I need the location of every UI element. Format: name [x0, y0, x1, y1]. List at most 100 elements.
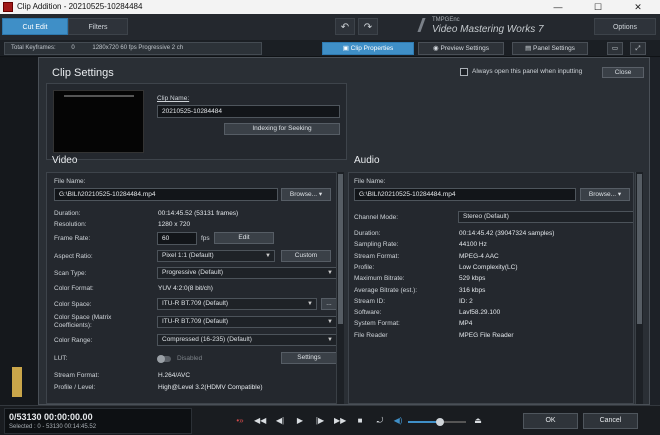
- audio-info-value: MP4: [459, 320, 473, 328]
- minimize-button[interactable]: —: [538, 0, 578, 14]
- color-range-label: Color Range:: [54, 337, 93, 344]
- timecode-selection: Selected : 0 - 53130 00:14:45.52: [9, 424, 97, 430]
- stream-format-label: Stream Format:: [54, 372, 100, 379]
- channel-mode-select[interactable]: Stereo (Default)▼: [458, 211, 633, 223]
- audio-settings: File Name: G:\BILI\20210525-10284484.mp4…: [348, 172, 634, 404]
- total-keyframes-count: 0: [71, 45, 75, 51]
- mark-in-out-icon[interactable]: •»: [234, 415, 246, 427]
- resolution-label: Resolution:: [54, 221, 87, 228]
- clip-settings-panel: Clip Settings Always open this panel whe…: [38, 57, 650, 405]
- volume-slider[interactable]: [408, 418, 466, 426]
- clip-properties-button[interactable]: ▣ Clip Properties: [322, 42, 414, 55]
- transport-bar: 0/53130 00:00:00.00 Selected : 0 - 53130…: [0, 405, 660, 435]
- clip-name-section: Clip Name: 20210525-10284484 Indexing fo…: [46, 83, 347, 160]
- color-range-select[interactable]: Compressed (16-235) (Default) ▼: [157, 334, 337, 346]
- close-window-button[interactable]: ✕: [618, 0, 658, 14]
- clip-info-bar: Total Keyframes: 0 1280x720 60 fps Progr…: [4, 42, 262, 55]
- total-keyframes-label: Total Keyframes:: [11, 45, 56, 51]
- dropdown-arrow-icon: ▼: [265, 253, 271, 259]
- resolution-value: 1280 x 720: [158, 221, 191, 228]
- status-bar: Total Keyframes: 0 1280x720 60 fps Progr…: [0, 40, 660, 57]
- preview-area: [0, 57, 38, 405]
- audio-scrollbar[interactable]: [635, 172, 643, 404]
- tab-cut-edit[interactable]: Cut Edit: [2, 18, 68, 35]
- toggle-knob: [157, 355, 165, 363]
- channel-mode-label: Channel Mode:: [354, 214, 399, 221]
- audio-info-label: Maximum Bitrate:: [354, 275, 405, 283]
- audio-info-value: 529 kbps: [459, 275, 486, 283]
- duration-value: 00:14:45.52 (53131 frames): [158, 210, 239, 217]
- panel-title: Clip Settings: [52, 67, 114, 79]
- chevron-down-icon: ▾: [318, 191, 323, 198]
- close-panel-button[interactable]: Close: [602, 67, 644, 78]
- audio-info-value: 316 kbps: [459, 286, 486, 294]
- stream-format-value: H.264/AVC: [158, 372, 191, 379]
- audio-info-label: Software:: [354, 309, 382, 317]
- duration-label: Duration:: [54, 210, 81, 217]
- app-icon: [3, 2, 13, 12]
- ok-button[interactable]: OK: [523, 413, 578, 429]
- always-open-checkbox[interactable]: [460, 68, 468, 76]
- scan-type-select[interactable]: Progressive (Default) ▼: [157, 267, 337, 279]
- aspect-ratio-select[interactable]: Pixel 1:1 (Default) ▼: [157, 250, 275, 262]
- panel-settings-button[interactable]: ▤ Panel Settings: [512, 42, 588, 55]
- video-scrollbar[interactable]: [336, 172, 344, 404]
- volume-handle[interactable]: [435, 418, 444, 426]
- timecode-main: 0/53130 00:00:00.00: [9, 412, 93, 422]
- maximize-button[interactable]: ☐: [578, 0, 618, 14]
- frame-rate-label: Frame Rate:: [54, 235, 91, 242]
- video-file-name-input[interactable]: G:\BILI\20210525-10284484.mp4: [54, 188, 278, 201]
- clip-name-input[interactable]: 20210525-10284484: [157, 105, 340, 118]
- brand-small: TMPGEnc: [432, 17, 460, 23]
- indexing-for-seeking-button[interactable]: Indexing for Seeking: [224, 123, 340, 135]
- always-open-label: Always open this panel when inputting: [472, 68, 583, 75]
- panel-icon: ▤: [525, 45, 534, 52]
- lut-toggle[interactable]: [157, 355, 171, 363]
- dropdown-arrow-icon: ▼: [327, 270, 333, 276]
- eject-icon[interactable]: ⏏: [472, 415, 484, 427]
- dropdown-arrow-icon: ▼: [327, 337, 333, 343]
- redo-icon[interactable]: ↷: [358, 18, 378, 35]
- audio-info-label: Duration:: [354, 230, 381, 237]
- frame-rate-input[interactable]: 60: [157, 232, 197, 245]
- aspect-custom-button[interactable]: Custom: [281, 250, 331, 262]
- options-button[interactable]: Options: [594, 18, 656, 35]
- audio-info-value: 44100 Hz: [459, 241, 487, 249]
- timecode-display: 0/53130 00:00:00.00 Selected : 0 - 53130…: [4, 408, 192, 434]
- scrollbar-thumb[interactable]: [637, 174, 642, 324]
- window-title: Clip Addition - 20210525-10284484: [17, 2, 143, 11]
- fullscreen-icon[interactable]: ⤢: [630, 42, 646, 55]
- clip-thumbnail: [53, 90, 144, 153]
- audio-file-name-input[interactable]: G:\BILI\20210525-10284484.mp4: [354, 188, 576, 201]
- skip-back-icon[interactable]: ◀◀: [254, 415, 266, 427]
- play-icon[interactable]: ▶: [294, 415, 306, 427]
- tab-filters[interactable]: Filters: [68, 18, 128, 35]
- lut-settings-button[interactable]: Settings: [281, 352, 337, 364]
- frame-rate-edit-button[interactable]: Edit: [214, 232, 274, 244]
- audio-browse-button[interactable]: Browse... ▾: [580, 188, 630, 201]
- eye-icon: ◉: [433, 45, 441, 52]
- audio-info-label: Stream Format:: [354, 252, 400, 260]
- preview-settings-button[interactable]: ◉ Preview Settings: [418, 42, 504, 55]
- layout-icon[interactable]: ▭: [607, 42, 623, 55]
- color-space-more-button[interactable]: ...: [321, 298, 337, 310]
- loop-icon[interactable]: ⤾: [374, 415, 386, 427]
- video-browse-button[interactable]: Browse... ▾: [281, 188, 331, 201]
- scan-type-label: Scan Type:: [54, 270, 87, 277]
- clip-format-info: 1280x720 60 fps Progressive 2 ch: [92, 45, 184, 51]
- undo-icon[interactable]: ↶: [335, 18, 355, 35]
- chevron-down-icon: ▾: [617, 191, 622, 198]
- step-back-icon[interactable]: ◀|: [274, 415, 286, 427]
- stop-icon[interactable]: ■: [354, 415, 366, 427]
- skip-forward-icon[interactable]: ▶▶: [334, 415, 346, 427]
- color-space-matrix-select[interactable]: ITU-R BT.709 (Default) ▼: [157, 316, 337, 328]
- color-space-select[interactable]: ITU-R BT.709 (Default) ▼: [157, 298, 317, 310]
- fps-label: fps: [201, 235, 210, 242]
- color-space-matrix-label: Color Space (Matrix Coefficients):: [54, 314, 112, 329]
- volume-icon[interactable]: ◀): [392, 415, 404, 427]
- clip-properties-icon: ▣: [342, 45, 351, 52]
- step-forward-icon[interactable]: |▶: [314, 415, 326, 427]
- cancel-button[interactable]: Cancel: [583, 413, 638, 429]
- scrollbar-thumb[interactable]: [338, 174, 343, 324]
- dropdown-arrow-icon: ▼: [307, 301, 313, 307]
